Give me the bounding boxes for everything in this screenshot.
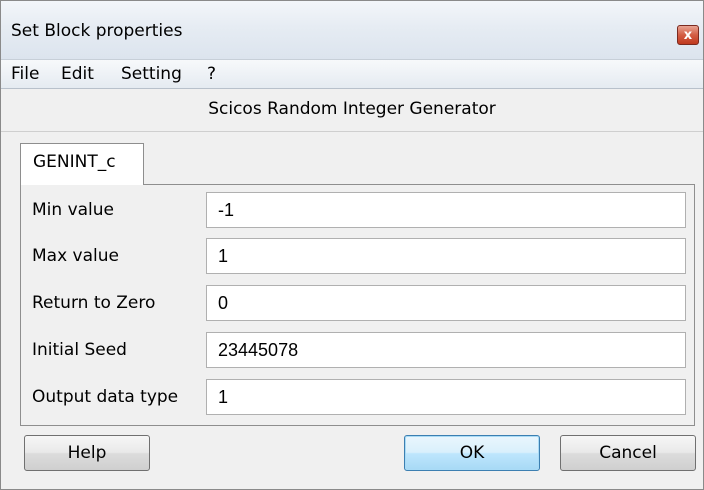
tab-genint-c[interactable]: GENINT_c: [20, 143, 144, 185]
max-value-label: Max value: [32, 246, 119, 266]
menu-file[interactable]: File: [11, 64, 39, 84]
initial-seed-label: Initial Seed: [32, 340, 127, 360]
title-bar[interactable]: Set Block properties x: [1, 1, 703, 59]
ok-button[interactable]: OK: [404, 435, 540, 471]
cancel-button[interactable]: Cancel: [560, 435, 696, 471]
menu-bar: File Edit Setting ?: [1, 59, 703, 89]
menu-edit[interactable]: Edit: [61, 64, 94, 84]
min-value-label: Min value: [32, 200, 115, 220]
close-icon: x: [683, 27, 693, 43]
output-data-type-label: Output data type: [32, 387, 179, 407]
return-to-zero-label: Return to Zero: [32, 293, 156, 313]
close-button[interactable]: x: [677, 25, 699, 45]
window-title: Set Block properties: [11, 21, 183, 41]
menu-help[interactable]: ?: [207, 64, 216, 84]
min-value-field[interactable]: -1: [206, 192, 686, 228]
initial-seed-field[interactable]: 23445078: [206, 332, 686, 368]
block-header: Scicos Random Integer Generator: [208, 99, 496, 119]
header-divider: [1, 131, 703, 132]
menu-setting[interactable]: Setting: [121, 64, 182, 84]
output-data-type-field[interactable]: 1: [206, 379, 686, 415]
max-value-field[interactable]: 1: [206, 238, 686, 274]
set-block-properties-dialog: Set Block properties x File Edit Setting…: [0, 0, 704, 490]
help-button[interactable]: Help: [24, 435, 150, 471]
return-to-zero-field[interactable]: 0: [206, 285, 686, 321]
